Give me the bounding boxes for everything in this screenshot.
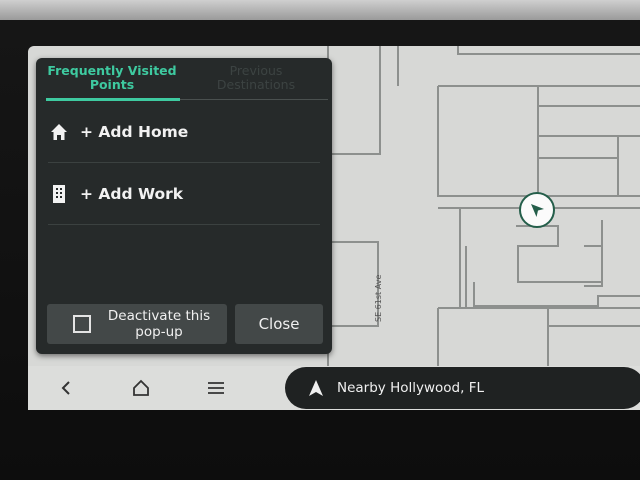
back-button[interactable] [36,366,96,410]
deactivate-checkbox[interactable] [73,315,91,333]
menu-button[interactable] [186,366,246,410]
deactivate-popup-button[interactable]: Deactivate this pop-up [47,304,227,344]
tab-label-line2: Destinations [216,77,296,92]
home-outline-icon [133,379,149,396]
tab-label-line1: Previous [229,63,283,78]
location-text: Nearby Hollywood, FL [337,380,484,396]
home-button[interactable] [111,366,171,410]
street-label: SE 61st Ave [374,274,383,322]
home-icon [48,121,70,143]
tab-label-line1: Frequently Visited [47,63,177,78]
tab-label-line2: Points [89,77,135,92]
bottom-navbar: Nearby Hollywood, FL [28,366,640,410]
close-button[interactable]: Close [235,304,323,344]
current-location-marker [519,192,555,228]
add-home-label: + Add Home [80,123,189,141]
nearby-search-pill[interactable]: Nearby Hollywood, FL [285,367,640,409]
deactivate-label-line1: Deactivate this [107,308,211,324]
add-work-item[interactable]: + Add Work [48,164,320,224]
tab-frequently-visited[interactable]: Frequently Visited Points [42,64,182,92]
tab-divider [180,99,328,100]
add-work-label: + Add Work [80,185,184,203]
item-divider [48,162,320,163]
frequent-points-popup: Frequently Visited Points Previous Desti… [36,58,332,354]
active-tab-indicator [46,98,180,101]
item-divider [48,224,320,225]
deactivate-label-line2: pop-up [135,324,183,340]
menu-icon [208,382,224,394]
bezel-top [0,0,640,20]
back-icon [61,381,70,395]
add-home-item[interactable]: + Add Home [48,102,320,162]
popup-tabs: Frequently Visited Points Previous Desti… [36,58,332,101]
deactivate-label: Deactivate this pop-up [101,308,217,340]
navigation-arrow-icon [309,380,323,396]
tab-previous-destinations[interactable]: Previous Destinations [186,64,326,92]
navigation-arrow-icon [531,204,544,217]
building-icon [48,183,70,205]
